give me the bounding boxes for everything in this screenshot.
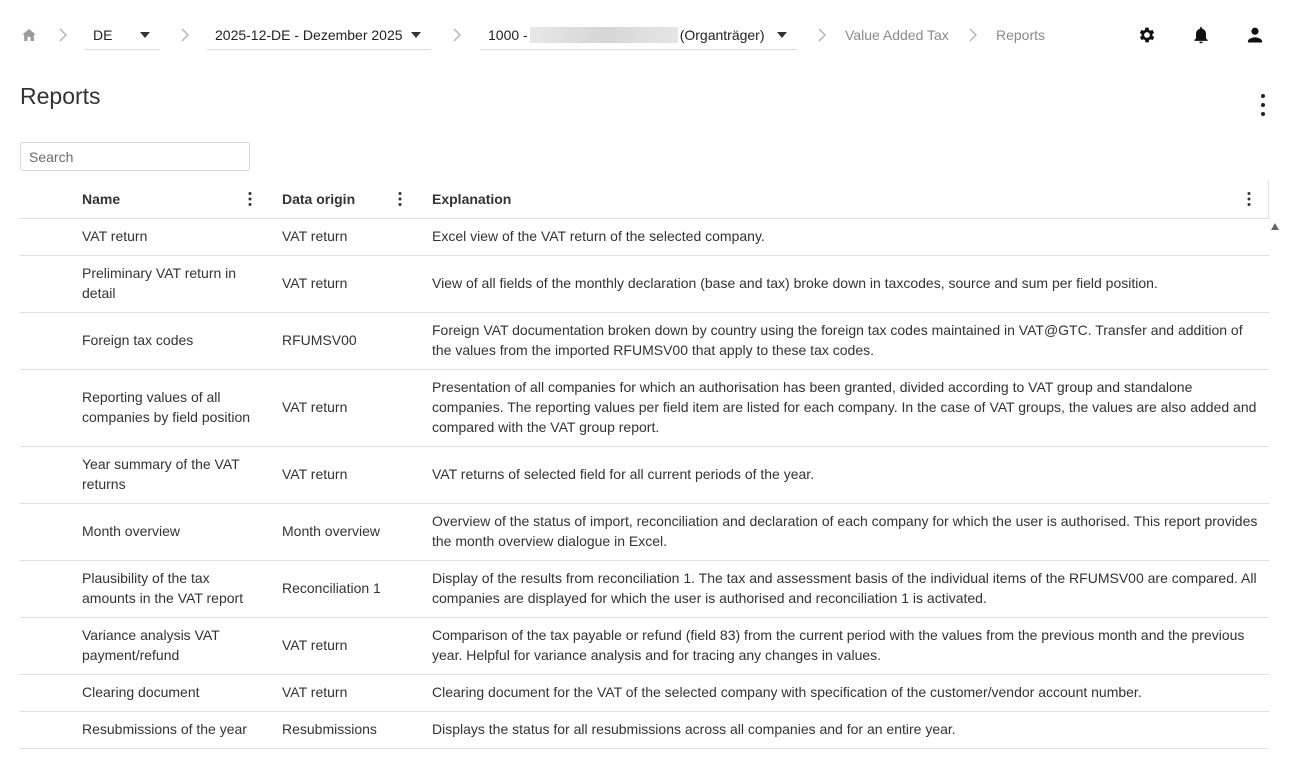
breadcrumb-reports: Reports [996,27,1046,43]
cell-data-origin: VAT return [282,228,348,244]
cell-name: Month overview [82,523,181,539]
column-header-name[interactable]: Name [82,191,120,207]
cell-data-origin: Month overview [282,523,381,539]
search-input[interactable] [20,142,250,171]
chevron-right-icon [58,27,68,43]
cell-explanation: VAT returns of selected field for all cu… [432,466,815,482]
cell-explanation: Clearing document for the VAT of the sel… [432,684,1142,700]
page-title: Reports [20,83,101,109]
cell-explanation: Presentation of all companies for which … [432,379,1257,435]
company-select-value: 1000 - (Organträger) [488,27,765,43]
cell-name: Clearing document [82,684,200,700]
table-row[interactable]: Foreign tax codes RFUMSV00 Foreign VAT d… [20,313,1269,370]
cell-data-origin: VAT return [282,637,348,653]
period-select-value: 2025-12-DE - Dezember 2025 [215,27,403,43]
home-icon[interactable] [20,26,38,44]
user-icon[interactable] [1245,25,1265,45]
cell-name: Resubmissions of the year [82,721,247,737]
table-row[interactable]: Month overview Month overview Overview o… [20,504,1269,561]
cell-data-origin: VAT return [282,466,348,482]
table-row[interactable]: VAT return VAT return Excel view of the … [20,219,1269,256]
cell-data-origin: VAT return [282,275,348,291]
chevron-right-icon [817,27,827,43]
chevron-right-icon [968,27,978,43]
scroll-up-arrow-icon[interactable] [1271,223,1279,230]
cell-explanation: View of all fields of the monthly declar… [432,275,1158,291]
caret-down-icon [140,32,150,38]
table-row[interactable]: Reporting values of all companies by fie… [20,370,1269,447]
caret-down-icon [777,32,787,38]
country-select-value: DE [93,27,113,43]
column-header-explanation[interactable]: Explanation [432,191,511,207]
cell-name: Year summary of the VAT returns [82,456,240,492]
top-navigation-bar: DE 2025-12-DE - Dezember 2025 1000 - (Org… [0,0,1304,70]
table-row[interactable]: Resubmissions of the year Resubmissions … [20,712,1269,749]
column-menu-icon[interactable] [246,191,254,207]
cell-data-origin: Resubmissions [282,721,377,737]
period-select[interactable]: 2025-12-DE - Dezember 2025 [207,20,431,50]
reports-table: Name Data origin Explanation VAT return … [20,181,1269,749]
table-row[interactable]: Plausibility of the tax amounts in the V… [20,561,1269,618]
more-options-icon[interactable] [1253,92,1273,118]
bell-icon[interactable] [1191,25,1211,45]
table-row[interactable]: Clearing document VAT return Clearing do… [20,675,1269,712]
country-select[interactable]: DE [85,20,160,50]
cell-name: Foreign tax codes [82,332,194,348]
cell-name: Variance analysis VAT payment/refund [82,627,220,663]
cell-data-origin: Reconciliation 1 [282,580,381,596]
cell-name: VAT return [82,228,148,244]
cell-explanation: Displays the status for all resubmission… [432,721,956,737]
table-row[interactable]: Variance analysis VAT payment/refund VAT… [20,618,1269,675]
table-row[interactable]: Preliminary VAT return in detail VAT ret… [20,256,1269,313]
column-header-data-origin[interactable]: Data origin [282,191,355,207]
cell-explanation: Overview of the status of import, reconc… [432,513,1258,549]
cell-name: Preliminary VAT return in detail [82,265,237,301]
gear-icon[interactable] [1137,25,1157,45]
company-number: 1000 - [488,27,528,43]
cell-explanation: Comparison of the tax payable or refund … [432,627,1245,663]
cell-data-origin: RFUMSV00 [282,332,357,348]
cell-data-origin: VAT return [282,399,348,415]
chevron-right-icon [180,27,190,43]
company-role: (Organträger) [679,27,765,43]
column-menu-icon[interactable] [396,191,404,207]
breadcrumb-value-added-tax[interactable]: Value Added Tax [845,27,949,43]
table-header: Name Data origin Explanation [20,181,1269,219]
table-row[interactable]: Year summary of the VAT returns VAT retu… [20,447,1269,504]
cell-name: Plausibility of the tax amounts in the V… [82,570,244,606]
redacted-company-name [529,27,678,43]
cell-name: Reporting values of all companies by fie… [82,389,251,425]
cell-explanation: Foreign VAT documentation broken down by… [432,322,1243,358]
caret-down-icon [411,32,421,38]
column-menu-icon[interactable] [1245,191,1253,207]
cell-explanation: Excel view of the VAT return of the sele… [432,228,765,244]
scrollbar-track-divider [1268,181,1269,219]
company-select[interactable]: 1000 - (Organträger) [480,20,797,50]
cell-explanation: Display of the results from reconciliati… [432,570,1257,606]
chevron-right-icon [452,27,462,43]
cell-data-origin: VAT return [282,684,348,700]
